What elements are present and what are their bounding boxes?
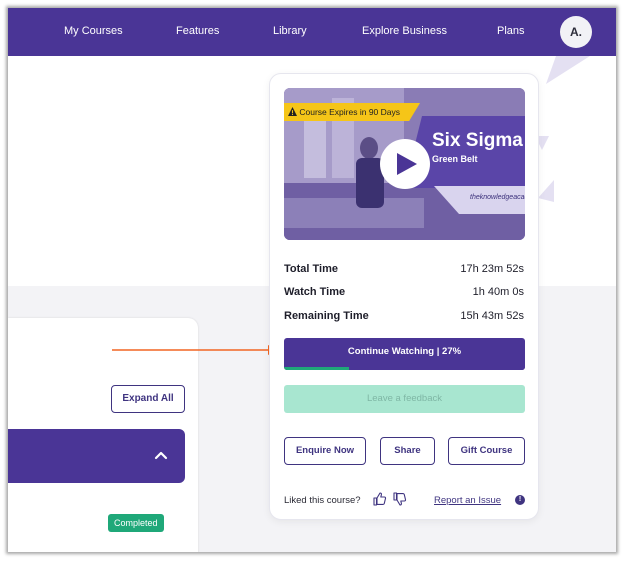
thumbs-down-icon[interactable] <box>393 492 407 506</box>
liked-course-label: Liked this course? <box>284 495 361 506</box>
report-issue-link[interactable]: Report an Issue <box>434 495 501 506</box>
total-time-value: 17h 23m 52s <box>460 263 524 275</box>
play-button[interactable] <box>380 139 430 189</box>
video-title: Six Sigma <box>432 130 523 151</box>
expand-all-button[interactable]: Expand All <box>111 385 185 413</box>
watch-time-label: Watch Time <box>284 286 346 298</box>
nav-library[interactable]: Library <box>273 25 307 37</box>
course-card: Course Expires in 90 Days Six Sigma Gree… <box>269 73 539 520</box>
watch-progress-fill <box>284 367 350 370</box>
nav-my-courses[interactable]: My Courses <box>64 25 123 37</box>
decorative-triangle <box>538 180 554 202</box>
continue-watching-label: Continue Watching | 27% <box>347 346 462 357</box>
warning-icon <box>288 107 297 116</box>
nav-explore-business[interactable]: Explore Business <box>362 25 447 37</box>
arrow-right-icon <box>112 345 278 355</box>
watch-progress-bar <box>284 367 525 370</box>
avatar[interactable]: A. <box>560 16 592 48</box>
video-brand: theknowledgeacademy <box>470 194 525 201</box>
total-time-label: Total Time <box>284 263 338 275</box>
continue-watching-button[interactable]: Continue Watching | 27% <box>284 338 525 370</box>
expiry-banner: Course Expires in 90 Days <box>284 103 421 121</box>
share-button[interactable]: Share <box>380 437 435 465</box>
thumbs-up-icon[interactable] <box>373 492 387 506</box>
enquire-now-button[interactable]: Enquire Now <box>284 437 366 465</box>
info-icon[interactable]: ! <box>515 495 525 505</box>
decorative-triangle <box>546 56 590 84</box>
chevron-up-icon[interactable] <box>153 447 169 463</box>
nav-plans[interactable]: Plans <box>497 25 525 37</box>
video-subtitle: Green Belt <box>432 154 478 164</box>
leave-feedback-button[interactable]: Leave a feedback <box>284 385 525 413</box>
expiry-text: Course Expires in 90 Days <box>299 107 401 117</box>
remaining-time-value: 15h 43m 52s <box>460 310 524 322</box>
watch-time-value: 1h 40m 0s <box>472 286 524 298</box>
play-icon <box>397 153 417 175</box>
curriculum-section-header[interactable] <box>8 429 185 483</box>
top-navigation: My Courses Features Library Explore Busi… <box>8 8 616 56</box>
app-window: My Courses Features Library Explore Busi… <box>8 8 616 552</box>
course-video-thumbnail[interactable]: Course Expires in 90 Days Six Sigma Gree… <box>284 88 525 240</box>
completed-badge: Completed <box>108 514 164 532</box>
nav-features[interactable]: Features <box>176 25 219 37</box>
gift-course-button[interactable]: Gift Course <box>448 437 525 465</box>
remaining-time-label: Remaining Time <box>284 310 369 322</box>
